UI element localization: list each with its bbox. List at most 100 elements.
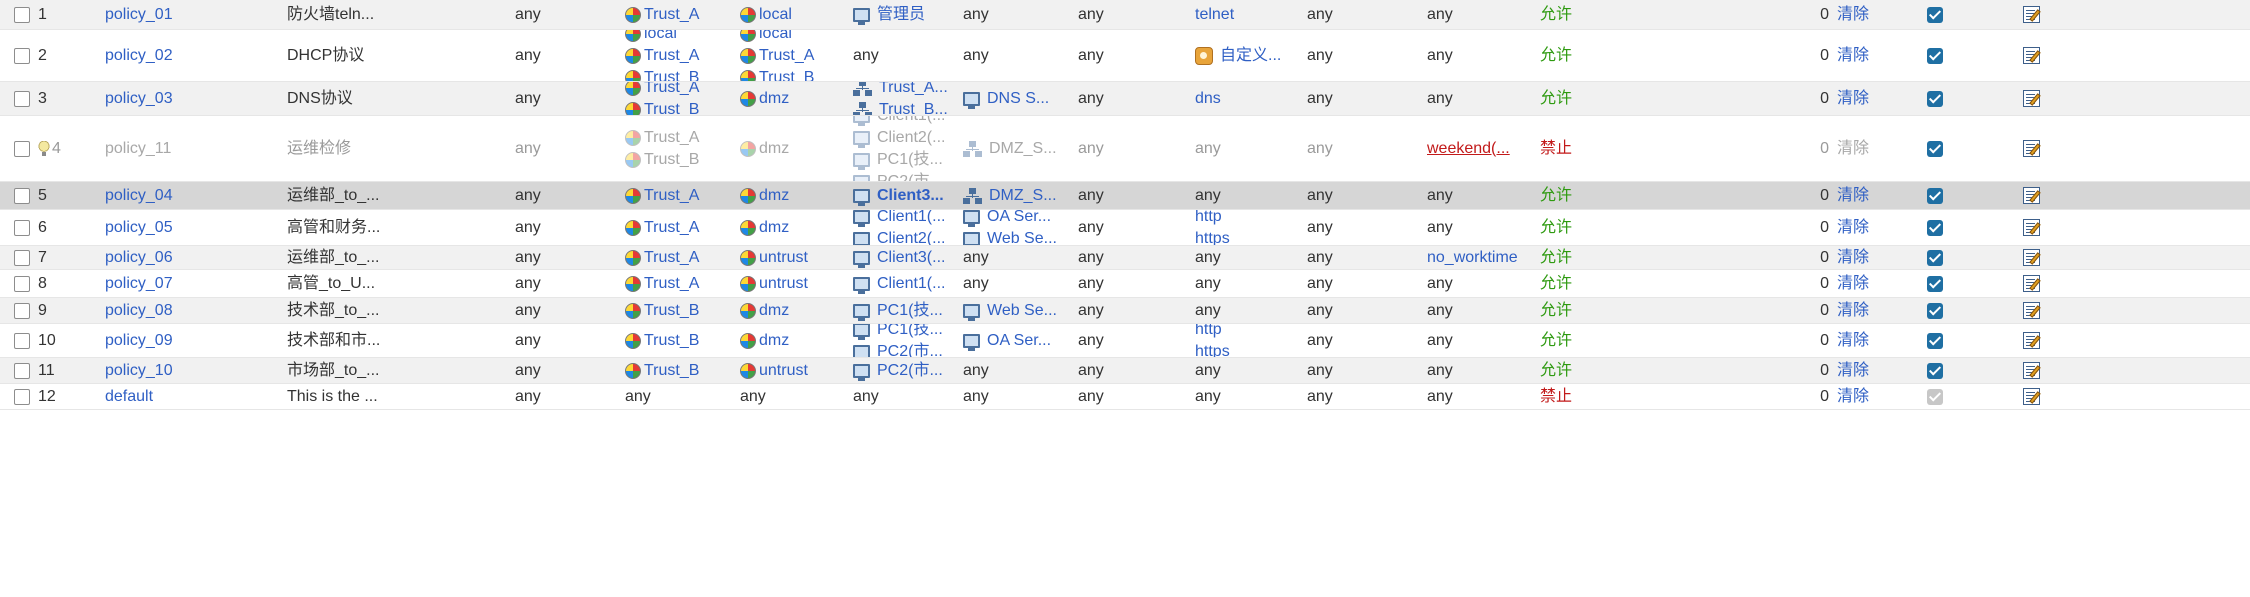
enabled-checkbox[interactable] bbox=[1927, 249, 1943, 266]
destination-zone-link[interactable]: untrust bbox=[759, 247, 808, 269]
edit-icon[interactable] bbox=[2023, 332, 2040, 349]
source-zone-link[interactable]: Trust_A bbox=[644, 247, 699, 269]
source-zone-link[interactable]: Trust_B bbox=[644, 149, 699, 171]
source-zone-link[interactable]: Trust_A bbox=[644, 4, 699, 26]
source-object-link[interactable]: Trust_B... bbox=[879, 99, 948, 116]
row-select-checkbox[interactable] bbox=[14, 140, 30, 157]
policy-row[interactable]: 8 policy_07 高管_to_U... any Trust_A untrust Cli… bbox=[0, 270, 2250, 298]
source-zone-link[interactable]: Trust_A bbox=[644, 217, 699, 239]
edit-icon[interactable] bbox=[2023, 219, 2040, 236]
row-select-checkbox[interactable] bbox=[14, 6, 30, 23]
policy-row[interactable]: 5 policy_04 运维部_to_... any Trust_A dmz Client3… bbox=[0, 182, 2250, 210]
enabled-checkbox[interactable] bbox=[1927, 219, 1943, 236]
source-object-link[interactable]: 管理员 bbox=[877, 4, 925, 26]
enabled-checkbox[interactable] bbox=[1927, 140, 1943, 157]
clear-hits-link[interactable]: 清除 bbox=[1837, 247, 1869, 269]
clear-hits-link[interactable]: 清除 bbox=[1837, 185, 1869, 207]
policy-row[interactable]: 3 policy_03 DNS协议 any Trust_A Trust_B dmz Trust… bbox=[0, 82, 2250, 116]
policy-name-link[interactable]: policy_06 bbox=[105, 247, 173, 269]
destination-zone-link[interactable]: Trust_A bbox=[759, 45, 814, 67]
clear-hits-link[interactable]: 清除 bbox=[1837, 273, 1869, 295]
source-object-link[interactable]: Client1(... bbox=[877, 116, 945, 127]
policy-name-link[interactable]: policy_03 bbox=[105, 88, 173, 110]
clear-hits-link[interactable]: 清除 bbox=[1837, 386, 1869, 408]
destination-zone-link[interactable]: dmz bbox=[759, 88, 789, 110]
schedule-link[interactable]: weekend(... bbox=[1427, 138, 1510, 160]
policy-row[interactable]: 4 policy_11 运维检修 any Trust_A Trust_B dmz Client… bbox=[0, 116, 2250, 182]
policy-row[interactable]: 10 policy_09 技术部和市... any Trust_B dmz PC1(技...… bbox=[0, 324, 2250, 358]
destination-zone-link[interactable]: dmz bbox=[759, 300, 789, 322]
row-select-checkbox[interactable] bbox=[14, 249, 30, 266]
edit-icon[interactable] bbox=[2023, 388, 2040, 405]
service-link[interactable]: telnet bbox=[1195, 4, 1234, 26]
source-object-link[interactable]: Client2(... bbox=[877, 228, 945, 246]
destination-object-link[interactable]: OA Ser... bbox=[987, 330, 1051, 352]
service-link[interactable]: https bbox=[1195, 341, 1230, 358]
destination-object-link[interactable]: OA Ser... bbox=[987, 210, 1051, 228]
policy-name-link[interactable]: policy_07 bbox=[105, 273, 173, 295]
edit-icon[interactable] bbox=[2023, 90, 2040, 107]
policy-name-link[interactable]: policy_02 bbox=[105, 45, 173, 67]
policy-name-link[interactable]: policy_04 bbox=[105, 185, 173, 207]
service-link[interactable]: https bbox=[1195, 228, 1230, 246]
source-object-link[interactable]: Client1(... bbox=[877, 273, 945, 295]
source-zone-link[interactable]: local bbox=[644, 30, 677, 45]
policy-name-link[interactable]: default bbox=[105, 386, 153, 408]
row-select-checkbox[interactable] bbox=[14, 275, 30, 292]
policy-row[interactable]: 12 default This is the ... any any any any any a… bbox=[0, 384, 2250, 410]
service-link[interactable]: http bbox=[1195, 210, 1222, 228]
source-zone-link[interactable]: Trust_B bbox=[644, 67, 699, 82]
clear-hits-link[interactable]: 清除 bbox=[1837, 4, 1869, 26]
clear-hits-link[interactable]: 清除 bbox=[1837, 360, 1869, 382]
destination-zone-link[interactable]: untrust bbox=[759, 273, 808, 295]
edit-icon[interactable] bbox=[2023, 6, 2040, 23]
edit-icon[interactable] bbox=[2023, 47, 2040, 64]
policy-row[interactable]: 2 policy_02 DHCP协议 any local Trust_A Trust_B lo… bbox=[0, 30, 2250, 82]
policy-row[interactable]: 9 policy_08 技术部_to_... any Trust_B dmz PC1(技..… bbox=[0, 298, 2250, 324]
destination-zone-link[interactable]: Trust_B bbox=[759, 67, 814, 82]
destination-object-link[interactable]: Web Se... bbox=[987, 300, 1057, 322]
row-select-checkbox[interactable] bbox=[14, 302, 30, 319]
enabled-checkbox[interactable] bbox=[1927, 275, 1943, 292]
policy-name-link[interactable]: policy_10 bbox=[105, 360, 173, 382]
destination-zone-link[interactable]: dmz bbox=[759, 138, 789, 160]
destination-zone-link[interactable]: dmz bbox=[759, 330, 789, 352]
source-zone-link[interactable]: Trust_A bbox=[644, 273, 699, 295]
policy-row[interactable]: 7 policy_06 运维部_to_... any Trust_A untrust Cli… bbox=[0, 246, 2250, 270]
policy-name-link[interactable]: policy_05 bbox=[105, 217, 173, 239]
source-object-link[interactable]: PC1(技... bbox=[877, 324, 943, 341]
policy-name-link[interactable]: policy_09 bbox=[105, 330, 173, 352]
destination-object-link[interactable]: DNS S... bbox=[987, 88, 1049, 110]
source-zone-link[interactable]: Trust_B bbox=[644, 360, 699, 382]
service-link[interactable]: http bbox=[1195, 324, 1222, 341]
source-object-link[interactable]: PC1(技... bbox=[877, 300, 943, 322]
policy-name-link[interactable]: policy_08 bbox=[105, 300, 173, 322]
source-zone-link[interactable]: Trust_A bbox=[644, 82, 699, 99]
enabled-checkbox[interactable] bbox=[1927, 90, 1943, 107]
policy-row[interactable]: 11 policy_10 市场部_to_... any Trust_B untrust PC… bbox=[0, 358, 2250, 384]
edit-icon[interactable] bbox=[2023, 275, 2040, 292]
source-zone-link[interactable]: Trust_A bbox=[644, 45, 699, 67]
row-select-checkbox[interactable] bbox=[14, 388, 30, 405]
clear-hits-link[interactable]: 清除 bbox=[1837, 138, 1869, 160]
source-object-link[interactable]: Trust_A... bbox=[879, 82, 948, 99]
destination-zone-link[interactable]: local bbox=[759, 30, 792, 45]
schedule-link[interactable]: no_worktime bbox=[1427, 247, 1518, 269]
policy-name-link[interactable]: policy_11 bbox=[105, 138, 171, 160]
policy-name-link[interactable]: policy_01 bbox=[105, 4, 173, 26]
source-object-link[interactable]: PC2(市... bbox=[877, 360, 943, 382]
destination-zone-link[interactable]: local bbox=[759, 4, 792, 26]
source-object-link[interactable]: PC1(技... bbox=[877, 149, 943, 171]
source-zone-link[interactable]: Trust_B bbox=[644, 99, 699, 116]
clear-hits-link[interactable]: 清除 bbox=[1837, 217, 1869, 239]
edit-icon[interactable] bbox=[2023, 187, 2040, 204]
clear-hits-link[interactable]: 清除 bbox=[1837, 88, 1869, 110]
row-select-checkbox[interactable] bbox=[14, 219, 30, 236]
destination-zone-link[interactable]: dmz bbox=[759, 185, 789, 207]
clear-hits-link[interactable]: 清除 bbox=[1837, 45, 1869, 67]
edit-icon[interactable] bbox=[2023, 140, 2040, 157]
source-zone-link[interactable]: Trust_A bbox=[644, 185, 699, 207]
policy-row[interactable]: 1 policy_01 防火墙teln... any Trust_A local 管理员 an… bbox=[0, 0, 2250, 30]
policy-row[interactable]: 6 policy_05 高管和财务... any Trust_A dmz Client1(.… bbox=[0, 210, 2250, 246]
destination-object-link[interactable]: Web Se... bbox=[987, 228, 1057, 246]
